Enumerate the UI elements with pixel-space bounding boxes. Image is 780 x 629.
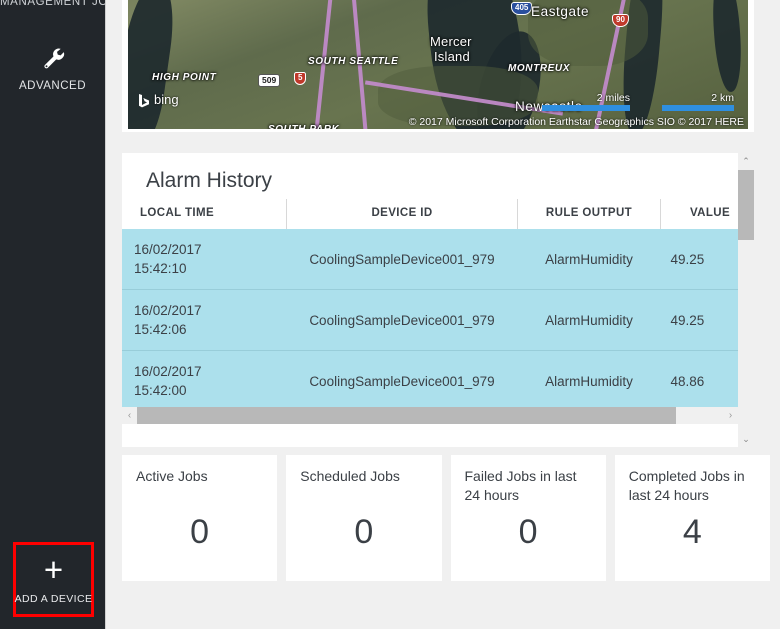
alarm-history-title: Alarm History: [146, 169, 273, 192]
alarm-history-table: LOCAL TIME DEVICE ID RULE OUTPUT VALUE 1…: [122, 199, 754, 424]
map-label-south-park: SOUTH PARK: [268, 124, 339, 129]
route-shield-509: 509: [258, 74, 281, 87]
wrench-icon: [0, 38, 105, 78]
map-scale-km-label: 2 km: [711, 92, 734, 104]
hscroll-track[interactable]: [137, 407, 723, 424]
add-a-device-label: ADD A DEVICE: [14, 592, 93, 605]
bing-mark-icon: [138, 93, 150, 107]
map-panel: 509 5 405 90 SOUTH SEATTLE HIGH POINT SO…: [122, 0, 754, 132]
map-label-montreux: MONTREUX: [508, 63, 571, 74]
vscroll-thumb[interactable]: [738, 170, 754, 240]
cell-rule-output: AlarmHumidity: [517, 229, 661, 290]
cell-time: 15:42:06: [134, 322, 187, 337]
kpi-label: Failed Jobs in last 24 hours: [464, 468, 577, 503]
sidebar-item-advanced-label: ADVANCED: [18, 80, 87, 92]
kpi-label: Active Jobs: [136, 468, 208, 484]
water-body: [709, 0, 745, 93]
map-attribution: © 2017 Microsoft Corporation Earthstar G…: [408, 116, 744, 128]
route-shield-5: 5: [294, 72, 307, 85]
sidebar-top-label: MANAGEMENT JOBS: [0, 0, 105, 8]
cell-date: 16/02/2017: [134, 364, 202, 379]
cell-rule-output: AlarmHumidity: [517, 350, 661, 412]
hscroll-thumb[interactable]: [137, 407, 677, 424]
kpi-card-completed-jobs[interactable]: Completed Jobs in last 24 hours 4: [614, 455, 770, 581]
alarm-history-table-wrapper: LOCAL TIME DEVICE ID RULE OUTPUT VALUE 1…: [122, 199, 754, 424]
table-row[interactable]: 16/02/2017 15:42:06 CoolingSampleDevice0…: [122, 289, 754, 351]
scroll-down-arrow-icon[interactable]: ⌄: [738, 431, 754, 447]
table-horizontal-scrollbar[interactable]: ‹ ›: [122, 407, 738, 424]
map-label-eastgate: Eastgate: [531, 4, 590, 19]
main-content: 509 5 405 90 SOUTH SEATTLE HIGH POINT SO…: [106, 0, 780, 629]
kpi-value: 0: [190, 513, 210, 551]
column-header-local-time[interactable]: LOCAL TIME: [122, 199, 287, 229]
route-shield-405: 405: [511, 2, 533, 15]
cell-date: 16/02/2017: [134, 303, 202, 318]
table-row[interactable]: 16/02/2017 15:42:00 CoolingSampleDevice0…: [122, 350, 754, 412]
scroll-left-arrow-icon[interactable]: ‹: [122, 407, 137, 424]
map-label-island: Island: [434, 49, 470, 64]
kpi-card-active-jobs[interactable]: Active Jobs 0: [122, 455, 278, 581]
cell-local-time: 16/02/2017 15:42:06: [122, 289, 287, 351]
bing-logo[interactable]: bing: [138, 92, 179, 107]
table-vertical-scrollbar[interactable]: ⌃ ⌄: [738, 153, 754, 447]
sidebar-item-advanced[interactable]: ADVANCED: [0, 38, 105, 92]
map-scale-miles-bar: [542, 105, 630, 111]
cell-time: 15:42:00: [134, 383, 187, 398]
map-label-south-seattle: SOUTH SEATTLE: [308, 56, 399, 67]
water-body: [128, 0, 179, 129]
kpi-card-failed-jobs[interactable]: Failed Jobs in last 24 hours 0: [450, 455, 606, 581]
add-a-device-button[interactable]: + ADD A DEVICE: [13, 542, 94, 617]
kpi-value: 0: [518, 513, 538, 551]
cell-local-time: 16/02/2017 15:42:00: [122, 350, 287, 412]
map-scale-miles: 2 miles: [542, 92, 630, 111]
dashboard-root: MANAGEMENT JOBS ADVANCED + ADD A DEVICE: [0, 0, 780, 629]
kpi-card-row: Active Jobs 0 Scheduled Jobs 0 Failed Jo…: [122, 455, 770, 581]
kpi-card-scheduled-jobs[interactable]: Scheduled Jobs 0: [286, 455, 442, 581]
alarm-history-card: Alarm History LOCAL TIME DEVICE ID RULE …: [122, 153, 754, 447]
cell-date: 16/02/2017: [134, 242, 202, 257]
kpi-label: Completed Jobs in last 24 hours: [628, 468, 745, 503]
plus-icon: +: [43, 550, 64, 588]
cell-rule-output: AlarmHumidity: [517, 289, 661, 351]
kpi-value: 4: [682, 513, 702, 551]
cell-local-time: 16/02/2017 15:42:10: [122, 229, 287, 290]
map-label-high-point: HIGH POINT: [152, 72, 217, 83]
scroll-up-arrow-icon[interactable]: ⌃: [738, 153, 754, 169]
cell-device-id: CoolingSampleDevice001_979: [286, 289, 518, 351]
column-header-device-id[interactable]: DEVICE ID: [286, 199, 518, 229]
scroll-right-arrow-icon[interactable]: ›: [723, 407, 738, 424]
sidebar: MANAGEMENT JOBS ADVANCED + ADD A DEVICE: [0, 0, 106, 629]
cell-time: 15:42:10: [134, 261, 187, 276]
map-scale-km-bar: [662, 105, 734, 111]
map-scale-km: 2 km: [662, 92, 734, 111]
column-header-rule-output[interactable]: RULE OUTPUT: [517, 199, 661, 229]
cell-device-id: CoolingSampleDevice001_979: [286, 350, 518, 412]
table-row[interactable]: 16/02/2017 15:42:10 CoolingSampleDevice0…: [122, 229, 754, 290]
map-scale-miles-label: 2 miles: [596, 92, 630, 104]
table-header-row: LOCAL TIME DEVICE ID RULE OUTPUT VALUE: [122, 199, 754, 229]
bing-map[interactable]: 509 5 405 90 SOUTH SEATTLE HIGH POINT SO…: [128, 0, 748, 129]
map-label-mercer: Mercer: [430, 34, 472, 49]
kpi-value: 0: [354, 513, 374, 551]
bing-logo-text: bing: [154, 92, 179, 107]
cell-device-id: CoolingSampleDevice001_979: [286, 229, 518, 290]
kpi-label: Scheduled Jobs: [300, 468, 400, 484]
